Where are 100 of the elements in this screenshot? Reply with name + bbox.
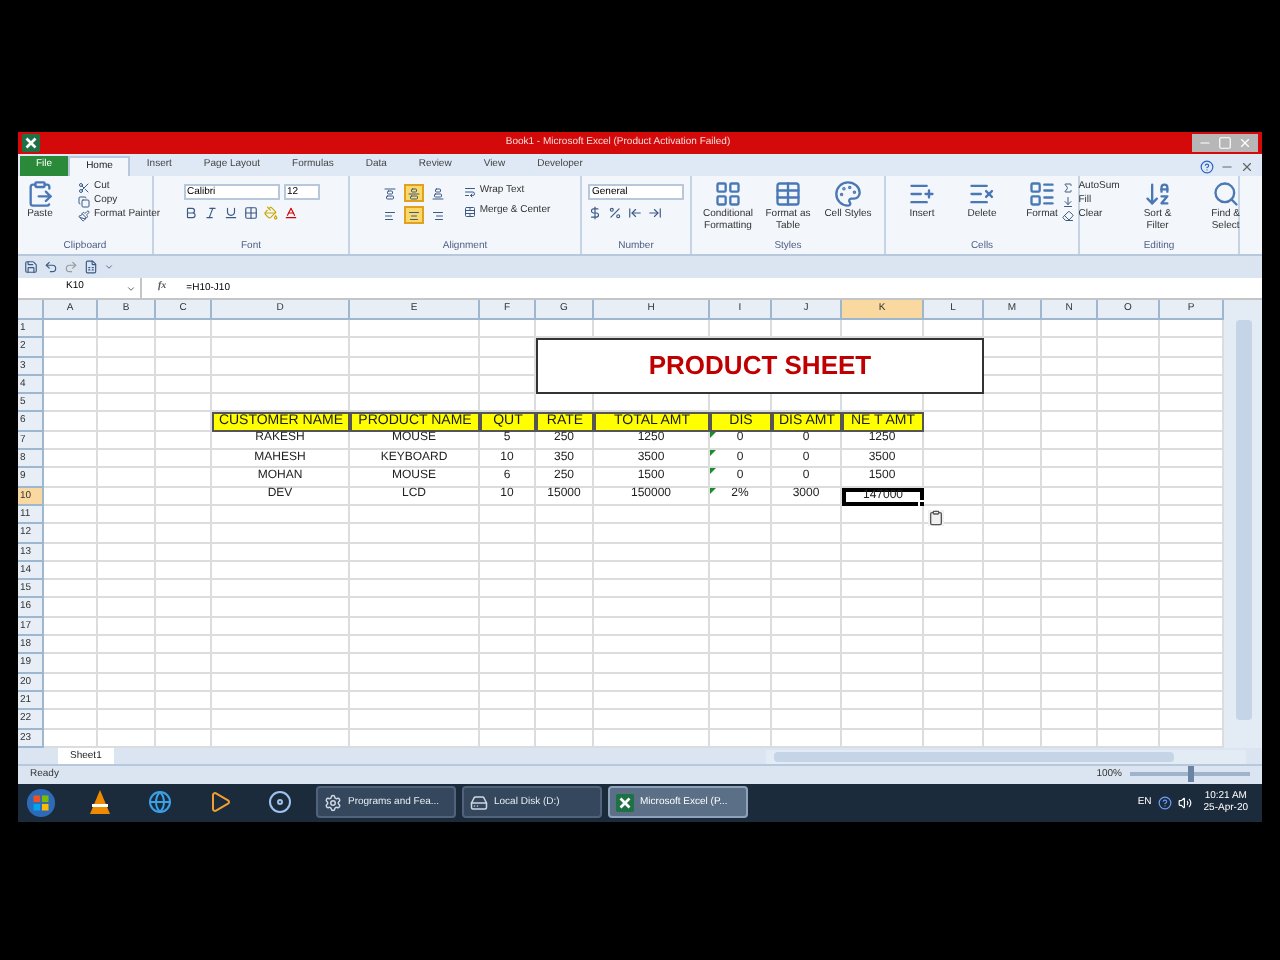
table-cell[interactable] bbox=[772, 524, 842, 544]
table-cell[interactable] bbox=[44, 524, 98, 544]
table-cell[interactable] bbox=[1042, 431, 1098, 451]
table-cell[interactable] bbox=[156, 673, 212, 692]
table-cell[interactable] bbox=[156, 431, 212, 451]
table-cell[interactable] bbox=[536, 598, 594, 618]
table-cell[interactable] bbox=[1098, 580, 1160, 599]
table-cell[interactable] bbox=[594, 598, 710, 618]
table-cell[interactable] bbox=[156, 598, 212, 618]
table-cell[interactable] bbox=[710, 654, 772, 674]
table-cell[interactable] bbox=[710, 636, 772, 655]
table-cell[interactable] bbox=[212, 580, 350, 599]
table-cell[interactable] bbox=[480, 524, 536, 544]
table-cell[interactable] bbox=[594, 673, 710, 692]
table-cell[interactable] bbox=[772, 598, 842, 618]
table-cell[interactable] bbox=[594, 505, 710, 525]
table-cell[interactable] bbox=[212, 617, 350, 637]
table-cell[interactable] bbox=[1098, 375, 1160, 395]
table-cell[interactable] bbox=[350, 580, 480, 599]
table-cell[interactable] bbox=[480, 673, 536, 692]
table-cell[interactable] bbox=[710, 673, 772, 692]
table-cell[interactable] bbox=[98, 357, 156, 376]
table-cell[interactable] bbox=[984, 673, 1042, 692]
table-cell[interactable] bbox=[1042, 561, 1098, 581]
table-cell[interactable] bbox=[350, 673, 480, 692]
table-cell[interactable] bbox=[98, 580, 156, 599]
table-cell[interactable] bbox=[1042, 450, 1098, 469]
table-cell[interactable] bbox=[710, 617, 772, 637]
table-cell[interactable] bbox=[212, 505, 350, 525]
table-cell[interactable] bbox=[984, 543, 1042, 562]
table-cell[interactable] bbox=[536, 654, 594, 674]
table-cell[interactable] bbox=[536, 505, 594, 525]
table-cell[interactable] bbox=[536, 636, 594, 655]
table-cell[interactable] bbox=[212, 320, 350, 339]
table-cell[interactable] bbox=[594, 524, 710, 544]
table-cell[interactable] bbox=[924, 636, 984, 655]
table-cell[interactable] bbox=[212, 598, 350, 618]
table-cell[interactable] bbox=[44, 412, 98, 432]
table-cell[interactable] bbox=[350, 636, 480, 655]
table-cell[interactable] bbox=[156, 636, 212, 655]
table-cell[interactable] bbox=[44, 375, 98, 395]
table-cell[interactable] bbox=[772, 543, 842, 562]
table-cell[interactable] bbox=[536, 561, 594, 581]
table-cell[interactable] bbox=[44, 561, 98, 581]
table-cell[interactable] bbox=[480, 617, 536, 637]
table-cell[interactable] bbox=[1098, 598, 1160, 618]
table-cell[interactable] bbox=[1042, 394, 1098, 413]
table-cell[interactable] bbox=[44, 431, 98, 451]
table-cell[interactable] bbox=[1098, 524, 1160, 544]
table-cell[interactable] bbox=[924, 394, 984, 413]
table-cell[interactable] bbox=[98, 468, 156, 488]
table-cell[interactable] bbox=[984, 524, 1042, 544]
table-cell[interactable] bbox=[350, 561, 480, 581]
table-cell[interactable] bbox=[842, 710, 924, 730]
table-cell[interactable] bbox=[156, 487, 212, 506]
align-button[interactable] bbox=[403, 184, 424, 202]
table-cell[interactable] bbox=[842, 543, 924, 562]
table-cell[interactable] bbox=[710, 561, 772, 581]
table-cell[interactable] bbox=[350, 338, 480, 358]
table-cell[interactable] bbox=[594, 617, 710, 637]
align-button[interactable] bbox=[379, 206, 400, 224]
table-cell[interactable] bbox=[156, 524, 212, 544]
table-cell[interactable] bbox=[984, 654, 1042, 674]
table-cell[interactable] bbox=[924, 505, 984, 525]
table-cell[interactable] bbox=[1042, 505, 1098, 525]
table-cell[interactable] bbox=[1042, 673, 1098, 692]
table-cell[interactable] bbox=[350, 357, 480, 376]
table-cell[interactable] bbox=[44, 394, 98, 413]
table-cell[interactable] bbox=[924, 468, 984, 488]
table-cell[interactable] bbox=[44, 691, 98, 711]
table-cell[interactable] bbox=[212, 561, 350, 581]
table-cell[interactable] bbox=[984, 338, 1042, 358]
table-cell[interactable] bbox=[984, 487, 1042, 506]
table-cell[interactable] bbox=[156, 394, 212, 413]
table-cell[interactable] bbox=[98, 375, 156, 395]
table-cell[interactable] bbox=[480, 710, 536, 730]
table-cell[interactable] bbox=[984, 561, 1042, 581]
table-cell[interactable] bbox=[1042, 691, 1098, 711]
table-cell[interactable] bbox=[594, 580, 710, 599]
table-cell[interactable] bbox=[480, 580, 536, 599]
table-cell[interactable] bbox=[1098, 357, 1160, 376]
table-cell[interactable] bbox=[98, 561, 156, 581]
table-cell[interactable] bbox=[350, 691, 480, 711]
table-cell[interactable] bbox=[984, 617, 1042, 637]
table-cell[interactable] bbox=[924, 561, 984, 581]
table-cell[interactable] bbox=[1042, 617, 1098, 637]
table-cell[interactable] bbox=[350, 524, 480, 544]
table-cell[interactable] bbox=[984, 412, 1042, 432]
table-cell[interactable] bbox=[156, 357, 212, 376]
table-cell[interactable] bbox=[1098, 673, 1160, 692]
align-button[interactable] bbox=[379, 184, 400, 202]
table-cell[interactable] bbox=[924, 412, 984, 432]
table-cell[interactable] bbox=[1098, 636, 1160, 655]
table-cell[interactable] bbox=[594, 691, 710, 711]
table-cell[interactable] bbox=[710, 691, 772, 711]
table-cell[interactable] bbox=[536, 673, 594, 692]
table-cell[interactable] bbox=[98, 412, 156, 432]
table-cell[interactable] bbox=[1042, 338, 1098, 358]
table-cell[interactable] bbox=[594, 636, 710, 655]
table-cell[interactable] bbox=[480, 320, 536, 339]
